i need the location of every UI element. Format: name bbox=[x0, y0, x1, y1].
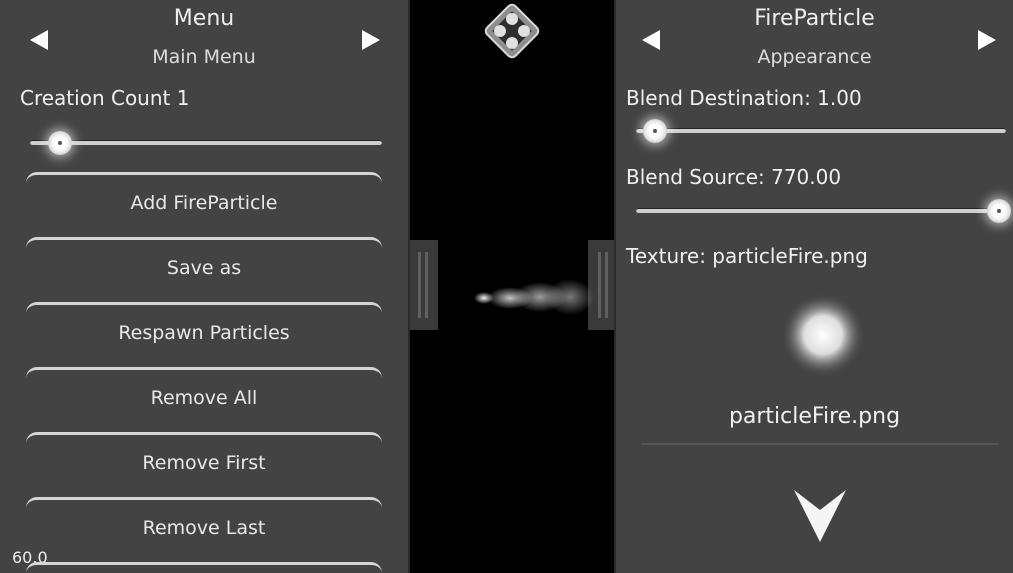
blend-destination-slider-knob[interactable] bbox=[642, 119, 667, 143]
blend-destination-slider[interactable] bbox=[636, 128, 1006, 133]
creation-count-label: Creation Count 1 bbox=[20, 86, 190, 110]
left-next-arrow-icon[interactable] bbox=[362, 30, 380, 50]
menu-button-remove-first[interactable]: Remove First bbox=[26, 432, 382, 494]
menu-button-remove-last[interactable]: Remove Last bbox=[26, 497, 382, 559]
chevron-down-icon[interactable] bbox=[790, 488, 850, 544]
creation-count-slider[interactable] bbox=[30, 140, 382, 145]
left-menu-panel: Menu Main Menu Creation Count 1 60.0 Add… bbox=[0, 0, 410, 573]
blend-source-slider-knob[interactable] bbox=[986, 199, 1011, 223]
menu-button-add-fireparticle[interactable]: Add FireParticle bbox=[26, 172, 382, 234]
blend-source-label: Blend Source: 770.00 bbox=[626, 165, 842, 189]
section-divider bbox=[642, 443, 998, 445]
menu-button-save-as[interactable]: Save as bbox=[26, 237, 382, 299]
menu-title: Menu bbox=[173, 6, 235, 31]
menu-subtitle: Main Menu bbox=[152, 46, 256, 68]
texture-label: Texture: particleFire.png bbox=[626, 244, 868, 268]
menu-button-respawn-particles[interactable]: Respawn Particles bbox=[26, 302, 382, 364]
diamond-logo-icon bbox=[484, 3, 540, 59]
right-next-arrow-icon[interactable] bbox=[978, 30, 996, 50]
fire-particle-effect bbox=[474, 279, 594, 315]
particle-title: FireParticle bbox=[754, 6, 875, 31]
menu-button-remove-all[interactable]: Remove All bbox=[26, 367, 382, 429]
blend-destination-label: Blend Destination: 1.00 bbox=[626, 86, 862, 110]
menu-bottom-divider bbox=[26, 562, 382, 570]
blend-source-slider[interactable] bbox=[636, 208, 1006, 213]
texture-preview-image[interactable] bbox=[780, 292, 866, 378]
creation-count-slider-knob[interactable] bbox=[48, 131, 72, 155]
left-panel-collapse-tab[interactable] bbox=[410, 240, 438, 330]
texture-filename: particleFire.png bbox=[728, 404, 901, 429]
section-subtitle: Appearance bbox=[757, 46, 872, 68]
